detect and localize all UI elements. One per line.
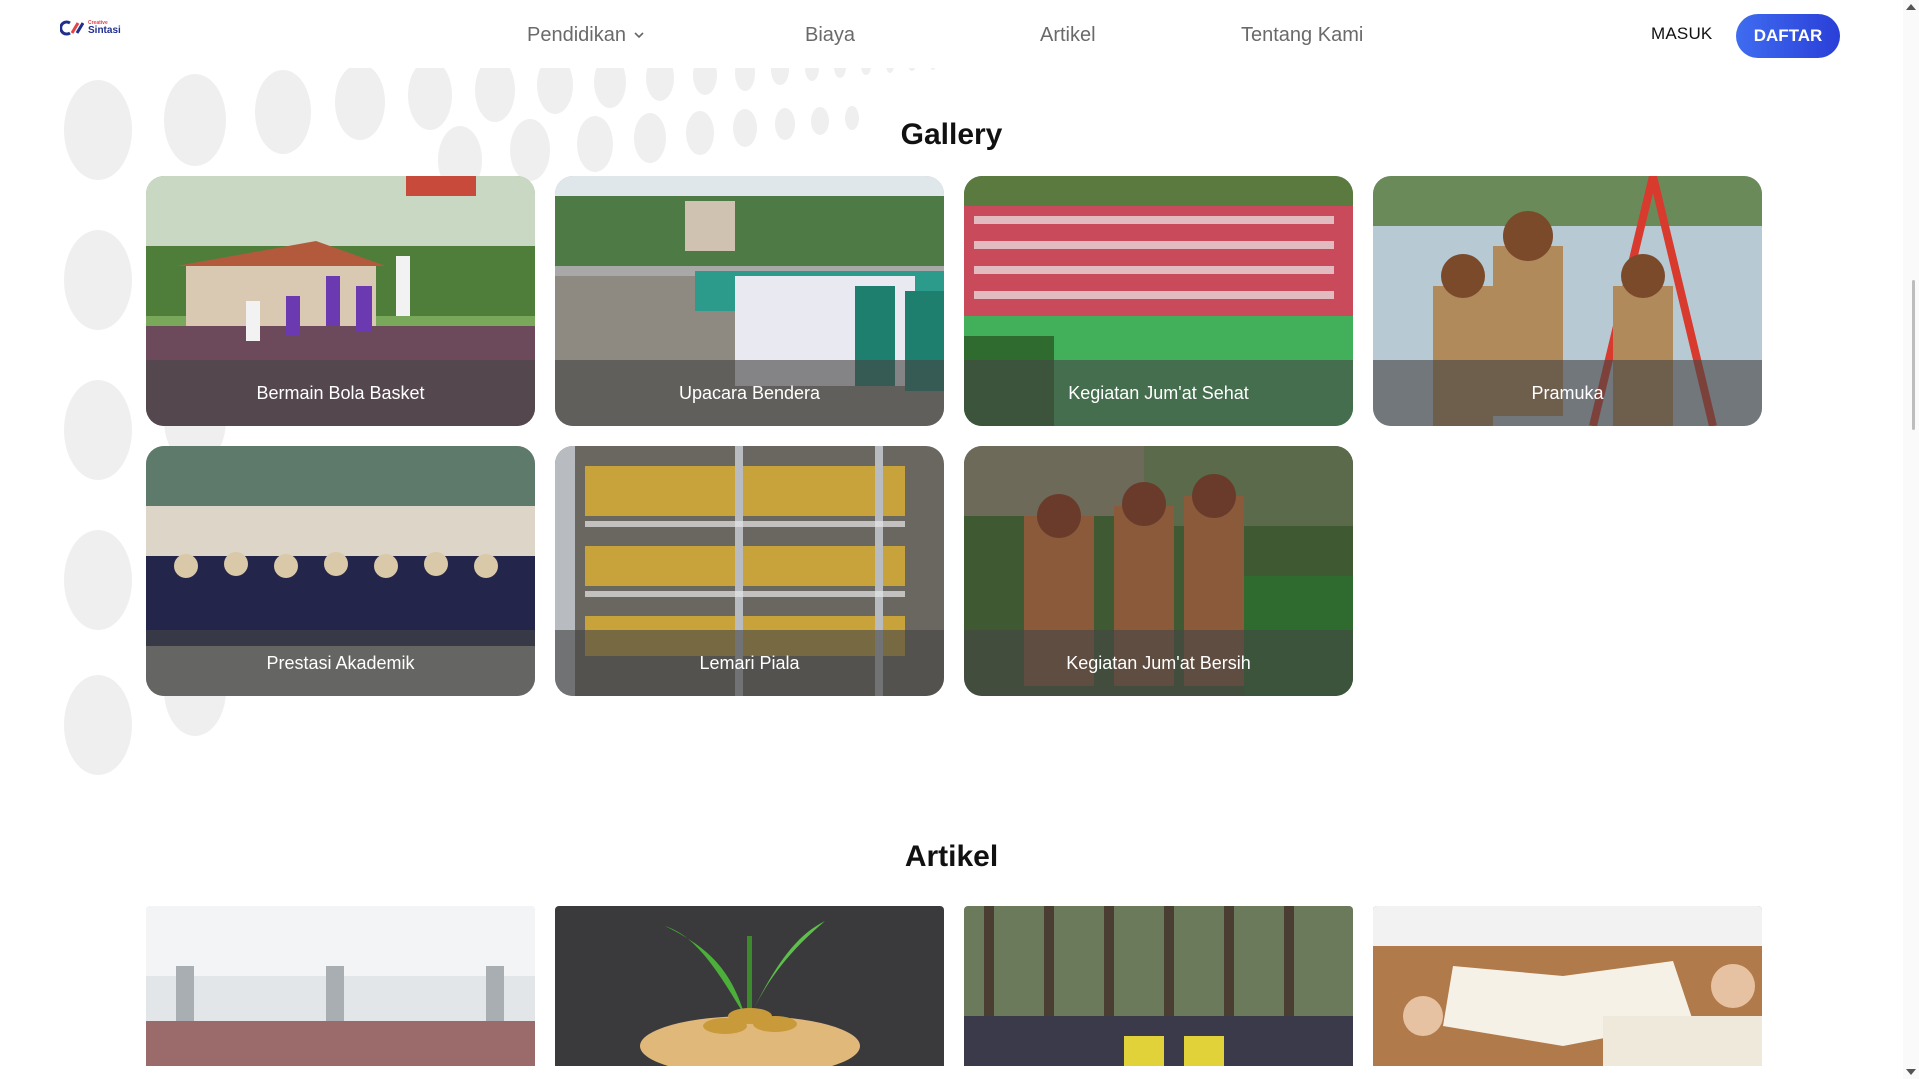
article-image-forest xyxy=(964,906,1353,1066)
page-scrollbar[interactable] xyxy=(1903,0,1919,1079)
article-image-coins xyxy=(555,906,944,1066)
gallery-caption: Upacara Bendera xyxy=(555,360,944,426)
article-image-bible xyxy=(1373,906,1762,1066)
login-link[interactable]: MASUK xyxy=(1651,24,1712,44)
nav-pendidikan[interactable]: Pendidikan xyxy=(527,20,644,50)
article-card-2[interactable] xyxy=(555,906,944,1066)
gallery-caption: Kegiatan Jum'at Bersih xyxy=(964,630,1353,696)
nav-biaya-label: Biaya xyxy=(805,23,856,46)
nav-pendidikan-label: Pendidikan xyxy=(527,23,626,46)
gallery-caption: Kegiatan Jum'at Sehat xyxy=(964,360,1353,426)
gallery-card-lemari-piala[interactable]: Lemari Piala xyxy=(555,446,944,696)
gallery-caption: Prestasi Akademik xyxy=(146,630,535,696)
article-card-4[interactable] xyxy=(1373,906,1762,1066)
scroll-down-arrow-icon[interactable] xyxy=(1906,1069,1916,1075)
gallery-card-jumat-bersih[interactable]: Kegiatan Jum'at Bersih xyxy=(964,446,1353,696)
article-image-hall xyxy=(146,906,535,1066)
nav-artikel-label: Artikel xyxy=(1040,23,1096,46)
article-card-3[interactable] xyxy=(964,906,1353,1066)
top-navbar: Creative Sintasi Pendidikan Biaya Artike… xyxy=(0,0,1919,68)
gallery-caption: Bermain Bola Basket xyxy=(146,360,535,426)
scroll-thumb[interactable] xyxy=(1912,280,1915,430)
gallery-card-jumat-sehat[interactable]: Kegiatan Jum'at Sehat xyxy=(964,176,1353,426)
article-card-1[interactable] xyxy=(146,906,535,1066)
gallery-card-basket[interactable]: Bermain Bola Basket xyxy=(146,176,535,426)
gallery-caption: Pramuka xyxy=(1373,360,1762,426)
nav-tentang-kami[interactable]: Tentang Kami xyxy=(1241,20,1363,50)
main-nav: Pendidikan Biaya Artikel Tentang Kami xyxy=(0,20,1919,50)
nav-tentang-label: Tentang Kami xyxy=(1241,23,1364,46)
scroll-up-arrow-icon[interactable] xyxy=(1906,4,1916,10)
gallery-card-upacara[interactable]: Upacara Bendera xyxy=(555,176,944,426)
register-button[interactable]: DAFTAR xyxy=(1736,14,1840,58)
gallery-card-prestasi[interactable]: Prestasi Akademik xyxy=(146,446,535,696)
artikel-title: Artikel xyxy=(904,840,999,873)
nav-biaya[interactable]: Biaya xyxy=(805,20,855,50)
nav-artikel[interactable]: Artikel xyxy=(1040,20,1096,50)
chevron-down-icon xyxy=(634,32,644,39)
gallery-title: Gallery xyxy=(900,118,1003,151)
gallery-card-pramuka[interactable]: Pramuka xyxy=(1373,176,1762,426)
gallery-caption: Lemari Piala xyxy=(555,630,944,696)
